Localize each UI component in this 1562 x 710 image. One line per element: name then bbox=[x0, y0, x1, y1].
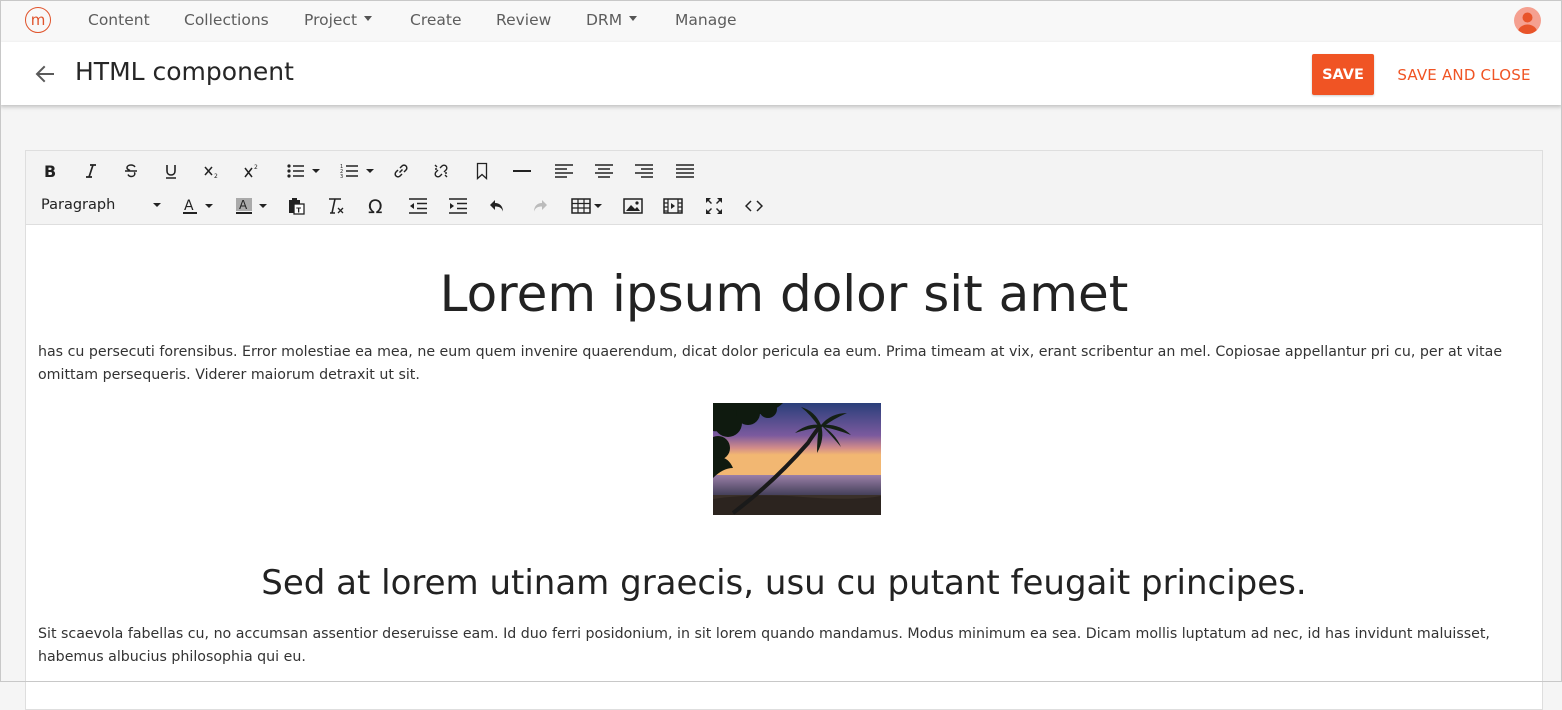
nav-label: Project bbox=[304, 11, 358, 29]
rich-text-editor: B 2 2 123 Paragraph A A T Ω Lorem ipsum … bbox=[25, 150, 1543, 710]
source-code-icon[interactable] bbox=[743, 194, 765, 218]
editor-toolbar: B 2 2 123 Paragraph A A T Ω bbox=[26, 151, 1542, 225]
page-title: HTML component bbox=[75, 57, 294, 86]
fullscreen-icon[interactable] bbox=[703, 194, 725, 218]
app-logo[interactable]: m bbox=[25, 7, 51, 33]
bold-icon[interactable]: B bbox=[40, 159, 60, 183]
svg-text:3: 3 bbox=[340, 174, 343, 179]
horizontal-rule-icon[interactable] bbox=[511, 159, 533, 183]
indent-icon[interactable] bbox=[447, 194, 469, 218]
top-navigation: m Content Collections Project Create Rev… bbox=[0, 0, 1562, 42]
nav-label: Create bbox=[410, 11, 462, 29]
align-justify-icon[interactable] bbox=[674, 159, 696, 183]
nav-label: Manage bbox=[675, 11, 737, 29]
page-header: HTML component SAVE SAVE AND CLOSE bbox=[0, 42, 1562, 105]
bookmark-icon[interactable] bbox=[472, 159, 492, 183]
nav-item-review[interactable]: Review bbox=[496, 0, 551, 42]
nav-label: Review bbox=[496, 11, 552, 29]
svg-text:Ω: Ω bbox=[368, 197, 383, 215]
nav-label: Content bbox=[88, 11, 150, 29]
chevron-down-icon bbox=[629, 16, 638, 21]
italic-icon[interactable] bbox=[81, 159, 101, 183]
undo-icon[interactable] bbox=[487, 194, 509, 218]
svg-text:B: B bbox=[44, 163, 56, 179]
save-button[interactable]: SAVE bbox=[1312, 54, 1374, 95]
logo-letter: m bbox=[30, 10, 46, 29]
nav-item-collections[interactable]: Collections bbox=[184, 0, 269, 42]
special-character-icon[interactable]: Ω bbox=[366, 194, 388, 218]
arrow-left-icon[interactable] bbox=[33, 62, 57, 86]
content-paragraph-1: has cu persecuti forensibus. Error moles… bbox=[38, 344, 1503, 383]
block-format-select[interactable]: Paragraph bbox=[41, 194, 161, 216]
table-icon[interactable] bbox=[568, 194, 604, 218]
numbered-list-icon[interactable]: 123 bbox=[336, 159, 378, 183]
link-icon[interactable] bbox=[390, 159, 412, 183]
content-heading-2: Sed at lorem utinam graecis, usu cu puta… bbox=[261, 563, 1307, 603]
beach-palm-sunset-image[interactable] bbox=[713, 403, 881, 515]
bullet-list-icon[interactable] bbox=[282, 159, 324, 183]
chevron-down-icon bbox=[364, 16, 373, 21]
nav-item-drm[interactable]: DRM bbox=[586, 0, 638, 42]
outdent-icon[interactable] bbox=[407, 194, 429, 218]
superscript-icon[interactable]: 2 bbox=[242, 159, 262, 183]
nav-item-create[interactable]: Create bbox=[410, 0, 462, 42]
svg-text:A: A bbox=[184, 198, 194, 214]
background-color-icon[interactable]: A bbox=[230, 194, 272, 218]
chevron-down-icon bbox=[153, 203, 161, 207]
nav-label: DRM bbox=[586, 11, 623, 29]
content-paragraph-2: Sit scaevola fabellas cu, no accumsan as… bbox=[38, 626, 1490, 665]
image-icon[interactable] bbox=[622, 194, 644, 218]
align-left-icon[interactable] bbox=[553, 159, 575, 183]
align-right-icon[interactable] bbox=[633, 159, 655, 183]
redo-icon[interactable] bbox=[528, 194, 550, 218]
user-avatar-icon[interactable] bbox=[1514, 7, 1541, 34]
block-format-value: Paragraph bbox=[41, 197, 116, 213]
unlink-icon[interactable] bbox=[430, 159, 452, 183]
media-icon[interactable] bbox=[662, 194, 684, 218]
paste-text-icon[interactable]: T bbox=[285, 194, 307, 218]
save-and-close-button[interactable]: SAVE AND CLOSE bbox=[1390, 54, 1538, 95]
nav-item-project[interactable]: Project bbox=[304, 0, 373, 42]
svg-text:T: T bbox=[296, 206, 301, 214]
strikethrough-icon[interactable] bbox=[121, 159, 141, 183]
subscript-icon[interactable]: 2 bbox=[202, 159, 222, 183]
align-center-icon[interactable] bbox=[593, 159, 615, 183]
clear-formatting-icon[interactable] bbox=[325, 194, 347, 218]
nav-item-manage[interactable]: Manage bbox=[675, 0, 737, 42]
nav-label: Collections bbox=[184, 11, 269, 29]
svg-text:2: 2 bbox=[214, 173, 218, 179]
underline-icon[interactable] bbox=[161, 159, 181, 183]
content-heading-1: Lorem ipsum dolor sit amet bbox=[439, 265, 1129, 323]
text-color-icon[interactable]: A bbox=[176, 194, 218, 218]
svg-text:2: 2 bbox=[254, 164, 258, 171]
svg-text:A: A bbox=[239, 198, 248, 212]
nav-item-content[interactable]: Content bbox=[88, 0, 150, 42]
